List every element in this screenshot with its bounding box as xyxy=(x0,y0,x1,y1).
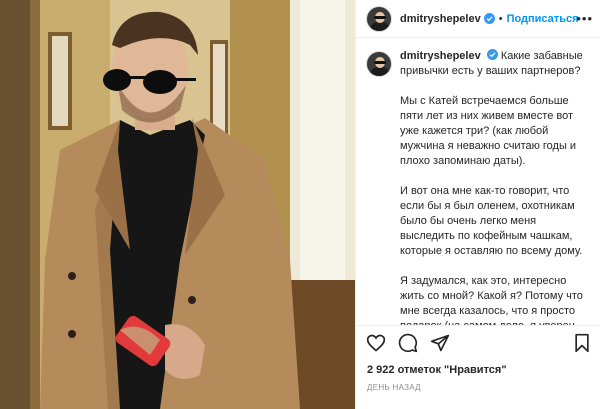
bookmark-icon[interactable] xyxy=(573,333,591,353)
post-timestamp[interactable]: ДЕНЬ НАЗАД xyxy=(367,383,421,392)
post-photo-illustration xyxy=(0,0,355,409)
caption-paragraph: И вот она мне как-то говорит, что если б… xyxy=(400,185,583,257)
caption-area: dmitryshepelev Какие забавные привычки е… xyxy=(356,39,600,325)
caption-paragraph: Я задумался, как это, интересно жить со … xyxy=(400,275,583,325)
likes-count[interactable]: 2 922 отметок "Нравится" xyxy=(367,364,507,376)
share-icon[interactable] xyxy=(430,333,450,353)
heart-icon[interactable] xyxy=(366,333,386,353)
caption-paragraph: Мы с Катей встречаемся больше пяти лет и… xyxy=(400,95,577,167)
more-options-icon[interactable]: ••• xyxy=(576,11,593,26)
avatar[interactable] xyxy=(366,5,392,32)
comment-icon[interactable] xyxy=(398,333,418,353)
post-photo xyxy=(0,0,355,409)
caption-text: dmitryshepelev Какие забавные привычки е… xyxy=(400,49,591,325)
post-header: dmitryshepelev • Подписаться ••• xyxy=(356,0,600,38)
caption-avatar[interactable] xyxy=(366,51,392,77)
verified-badge-icon xyxy=(483,13,495,24)
post-sidebar: dmitryshepelev • Подписаться ••• dmitrys… xyxy=(355,0,600,409)
caption-username[interactable]: dmitryshepelev xyxy=(400,50,481,62)
separator-dot: • xyxy=(498,12,503,25)
verified-badge-icon xyxy=(486,49,498,60)
follow-button[interactable]: Подписаться xyxy=(507,13,579,25)
post-actions: 2 922 отметок "Нравится" ДЕНЬ НАЗАД xyxy=(356,325,600,409)
username-link[interactable]: dmitryshepelev xyxy=(400,13,481,25)
